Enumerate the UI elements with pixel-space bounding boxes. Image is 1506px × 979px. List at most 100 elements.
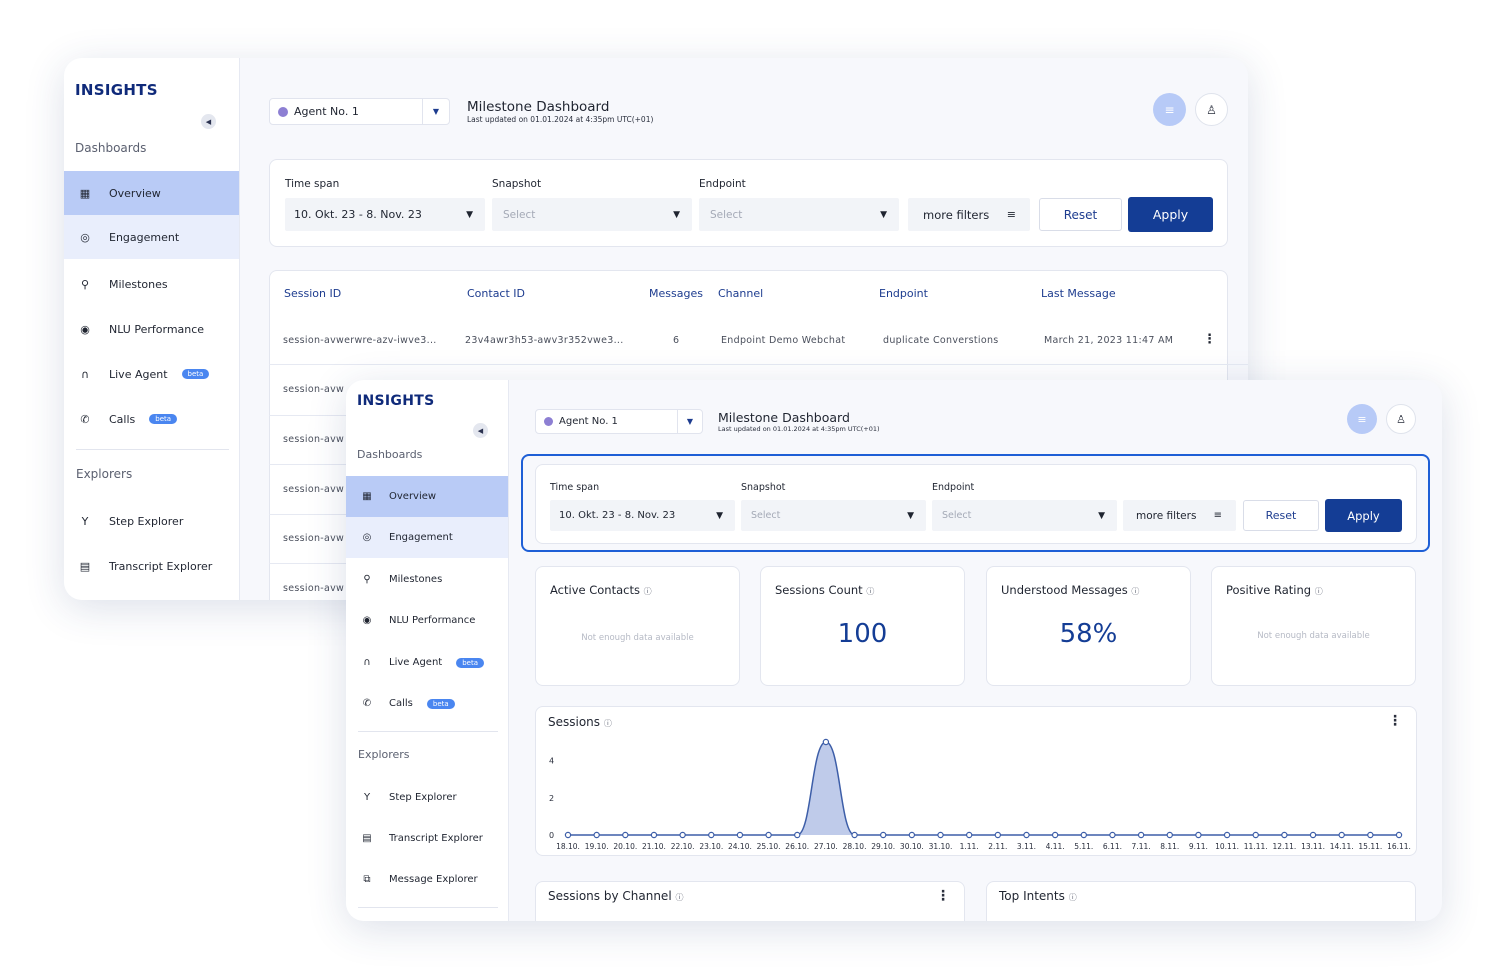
sidebar-item-milestones[interactable]: ⚲ Milestones: [64, 262, 239, 306]
sidebar-item-label: Calls: [109, 412, 136, 426]
sessions-by-channel-card: Sessions by Channel ⓘ ⋮: [535, 881, 965, 921]
endpoint-select[interactable]: Select ▼: [932, 500, 1117, 531]
agent-select[interactable]: Agent No. 1 ▼: [535, 409, 703, 434]
row-menu-icon[interactable]: ⋮: [1203, 332, 1216, 347]
chat-icon: ▤: [79, 559, 91, 573]
data-point: [1137, 831, 1145, 839]
beta-badge: beta: [426, 698, 455, 709]
table-row[interactable]: session-avw: [283, 533, 344, 544]
apply-button[interactable]: Apply: [1325, 499, 1402, 532]
sidebar-item-label: Milestones: [389, 574, 443, 585]
chevron-down-icon[interactable]: ▼: [422, 99, 449, 124]
x-tick-label: 3.11.: [1017, 842, 1036, 851]
sidebar-item-message-explorer[interactable]: ⧉ Message Explorer: [346, 859, 508, 900]
data-point: [679, 831, 686, 839]
table-row[interactable]: session-avw: [283, 384, 344, 395]
filter-toggle-button[interactable]: ≡: [1347, 404, 1377, 434]
series-line: [567, 741, 1399, 836]
kpi-title: Positive Rating ⓘ: [1226, 583, 1323, 597]
card-menu-icon[interactable]: ⋮: [936, 888, 950, 904]
x-tick-label: 24.10.: [728, 842, 752, 851]
filter-toggle-button[interactable]: ≡: [1153, 93, 1186, 126]
kpi-card-sessions-count: Sessions Count ⓘ 100: [760, 566, 965, 686]
page-title: Milestone Dashboard: [718, 410, 850, 425]
kpi-empty-state: Not enough data available: [1257, 631, 1370, 641]
timespan-select[interactable]: 10. Okt. 23 - 8. Nov. 23 ▼: [550, 500, 735, 531]
sidebar-item-label: Milestones: [109, 277, 168, 291]
more-filters-button[interactable]: more filters ≡: [1123, 500, 1236, 531]
endpoint-select[interactable]: Select ▼: [699, 198, 899, 231]
sidebar-item-engagement[interactable]: ◎ Engagement: [64, 215, 239, 259]
sidebar-item-engagement[interactable]: ◎ Engagement: [346, 517, 508, 558]
collapse-sidebar-icon[interactable]: ◀: [201, 114, 216, 129]
kpi-empty-state: Not enough data available: [581, 633, 694, 643]
table-row[interactable]: session-avw: [283, 583, 344, 594]
info-icon[interactable]: ⓘ: [644, 587, 652, 596]
series-area: [568, 742, 1399, 835]
sidebar-item-transcript-explorer[interactable]: ▤ Transcript Explorer: [64, 544, 239, 588]
sidebar-item-calls[interactable]: ✆ Calls beta: [64, 397, 239, 441]
chat-icon: ▤: [362, 833, 372, 844]
sidebar-item-step-explorer[interactable]: Y Step Explorer: [346, 777, 508, 818]
sidebar-item-milestones[interactable]: ⚲ Milestones: [346, 559, 508, 600]
sidebar-item-live-agent[interactable]: ∩ Live Agent beta: [64, 352, 239, 396]
x-tick-label: 28.10.: [843, 842, 867, 851]
snapshot-select[interactable]: Select ▼: [492, 198, 692, 231]
collapse-sidebar-icon[interactable]: ◀: [473, 423, 488, 438]
sidebar-item-label: Transcript Explorer: [109, 559, 213, 573]
info-icon[interactable]: ⓘ: [675, 893, 683, 902]
user-profile-button[interactable]: ♙: [1195, 93, 1228, 126]
data-point: [708, 831, 715, 839]
sidebar-item-calls[interactable]: ✆ Calls beta: [346, 683, 508, 724]
column-header-session-id[interactable]: Session ID: [284, 287, 341, 300]
x-tick-label: 23.10.: [699, 842, 723, 851]
table-row[interactable]: session-avw: [283, 434, 344, 445]
snapshot-select[interactable]: Select ▼: [741, 500, 926, 531]
info-icon[interactable]: ⓘ: [1069, 893, 1077, 902]
data-point: [622, 831, 629, 839]
timespan-label: Time span: [285, 178, 340, 190]
sidebar-item-overview[interactable]: ▦ Overview: [64, 171, 239, 215]
sidebar-item-live-agent[interactable]: ∩ Live Agent beta: [346, 642, 508, 683]
column-header-messages[interactable]: Messages: [649, 287, 703, 300]
agent-status-dot: [544, 417, 553, 426]
phone-icon: ✆: [80, 412, 90, 426]
apply-button[interactable]: Apply: [1128, 197, 1213, 232]
sidebar-item-overview[interactable]: ▦ Overview: [346, 476, 508, 517]
timespan-value: 10. Okt. 23 - 8. Nov. 23: [294, 208, 422, 221]
agent-select[interactable]: Agent No. 1 ▼: [269, 98, 450, 125]
data-point: [994, 831, 1002, 839]
sidebar-item-label: Overview: [389, 491, 437, 502]
card-title: Top Intents ⓘ: [999, 889, 1077, 903]
table-row[interactable]: session-avw: [283, 484, 344, 495]
column-header-channel[interactable]: Channel: [718, 287, 763, 300]
sidebar-item-step-explorer[interactable]: Y Step Explorer: [64, 499, 239, 543]
x-tick-label: 6.11.: [1103, 842, 1122, 851]
messages-icon: ⧉: [363, 874, 371, 885]
x-tick-label: 1.11.: [960, 842, 979, 851]
column-header-endpoint[interactable]: Endpoint: [879, 287, 928, 300]
chevron-down-icon[interactable]: ▼: [677, 410, 702, 433]
snapshot-label: Snapshot: [741, 482, 786, 493]
data-point: [593, 831, 600, 839]
column-header-last-message[interactable]: Last Message: [1041, 287, 1116, 300]
endpoint-label: Endpoint: [932, 482, 975, 493]
x-tick-label: 9.11.: [1189, 842, 1208, 851]
sidebar-item-label: NLU Performance: [109, 322, 205, 336]
reset-button[interactable]: Reset: [1243, 500, 1319, 531]
branch-icon: Y: [363, 792, 371, 803]
reset-button[interactable]: Reset: [1039, 198, 1122, 231]
sidebar-item-nlu-performance[interactable]: ◉ NLU Performance: [64, 307, 239, 351]
timespan-select[interactable]: 10. Okt. 23 - 8. Nov. 23 ▼: [285, 198, 485, 231]
cell-channel: Endpoint Demo Webchat: [721, 335, 846, 346]
info-icon[interactable]: ⓘ: [866, 587, 874, 596]
sidebar-item-transcript-explorer[interactable]: ▤ Transcript Explorer: [346, 818, 508, 859]
sidebar-item-nlu-performance[interactable]: ◉ NLU Performance: [346, 600, 508, 641]
info-icon[interactable]: ⓘ: [1315, 587, 1323, 596]
card-title: Sessions by Channel ⓘ: [548, 889, 684, 903]
info-icon[interactable]: ⓘ: [1131, 587, 1139, 596]
column-header-contact-id[interactable]: Contact ID: [467, 287, 525, 300]
user-profile-button[interactable]: ♙: [1386, 404, 1416, 434]
more-filters-button[interactable]: more filters ≡: [908, 198, 1030, 231]
kpi-title: Active Contacts ⓘ: [550, 583, 652, 597]
